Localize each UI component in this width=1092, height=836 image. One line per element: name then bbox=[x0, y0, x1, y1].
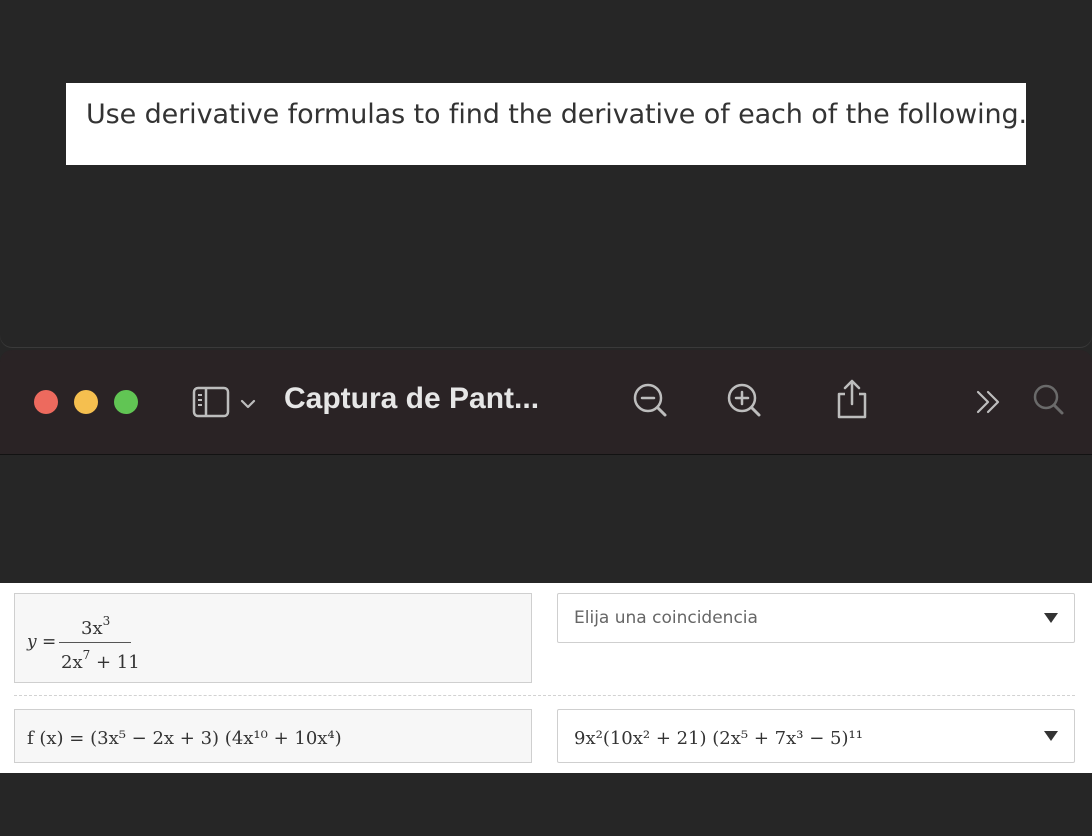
window-toolbar: Captura de Pant... bbox=[0, 350, 1092, 455]
match-select-1[interactable]: Elija una coincidencia bbox=[557, 593, 1075, 643]
chevron-double-right-icon bbox=[976, 390, 1000, 414]
more-tools-button[interactable] bbox=[974, 388, 1010, 418]
select-1-value: Elija una coincidencia bbox=[574, 608, 758, 628]
expr1-lhs: y = bbox=[27, 632, 57, 652]
maximize-button[interactable] bbox=[114, 390, 138, 414]
sidebar-icon bbox=[192, 386, 230, 418]
expr1-denominator: 2x7 + 11 bbox=[61, 648, 140, 673]
match-select-2[interactable]: 9x²(10x² + 21) (2x⁵ + 7x³ − 5)¹¹ bbox=[557, 709, 1075, 763]
divider bbox=[14, 695, 1075, 696]
window-title: Captura de Pant... bbox=[284, 382, 540, 415]
zoom-out-icon bbox=[633, 383, 667, 417]
search-icon bbox=[1033, 384, 1064, 415]
window-bottom bbox=[0, 773, 1092, 836]
share-button[interactable] bbox=[834, 378, 870, 420]
matching-panel: y = 3x3 2x7 + 11 Elija una coincidencia … bbox=[0, 583, 1092, 773]
select-2-value: 9x²(10x² + 21) (2x⁵ + 7x³ − 5)¹¹ bbox=[574, 728, 863, 749]
question-area: Use derivative formulas to find the deri… bbox=[0, 0, 1092, 347]
minimize-button[interactable] bbox=[74, 390, 98, 414]
expr2-text: f (x) = (3x⁵ − 2x + 3) (4x¹⁰ + 10x⁴) bbox=[27, 728, 342, 749]
caret-down-icon bbox=[1044, 613, 1058, 623]
search-button[interactable] bbox=[1032, 382, 1068, 420]
share-icon bbox=[837, 379, 867, 419]
chevron-down-icon bbox=[240, 399, 256, 409]
caret-down-icon bbox=[1044, 731, 1058, 741]
expr1-numerator: 3x3 bbox=[81, 614, 111, 639]
zoom-in-icon bbox=[727, 383, 761, 417]
preview-window: Captura de Pant... y = 3x3 2x7 + 11 Elij… bbox=[0, 350, 1092, 836]
instruction-text: Use derivative formulas to find the deri… bbox=[86, 99, 1028, 130]
expression-box-2: f (x) = (3x⁵ − 2x + 3) (4x¹⁰ + 10x⁴) bbox=[14, 709, 532, 763]
expression-box-1: y = 3x3 2x7 + 11 bbox=[14, 593, 532, 683]
fraction-bar bbox=[59, 642, 131, 643]
zoom-out-button[interactable] bbox=[632, 382, 668, 420]
instruction-box: Use derivative formulas to find the deri… bbox=[66, 83, 1028, 165]
close-button[interactable] bbox=[34, 390, 58, 414]
zoom-in-button[interactable] bbox=[726, 382, 762, 420]
sidebar-toggle-button[interactable] bbox=[192, 386, 260, 418]
